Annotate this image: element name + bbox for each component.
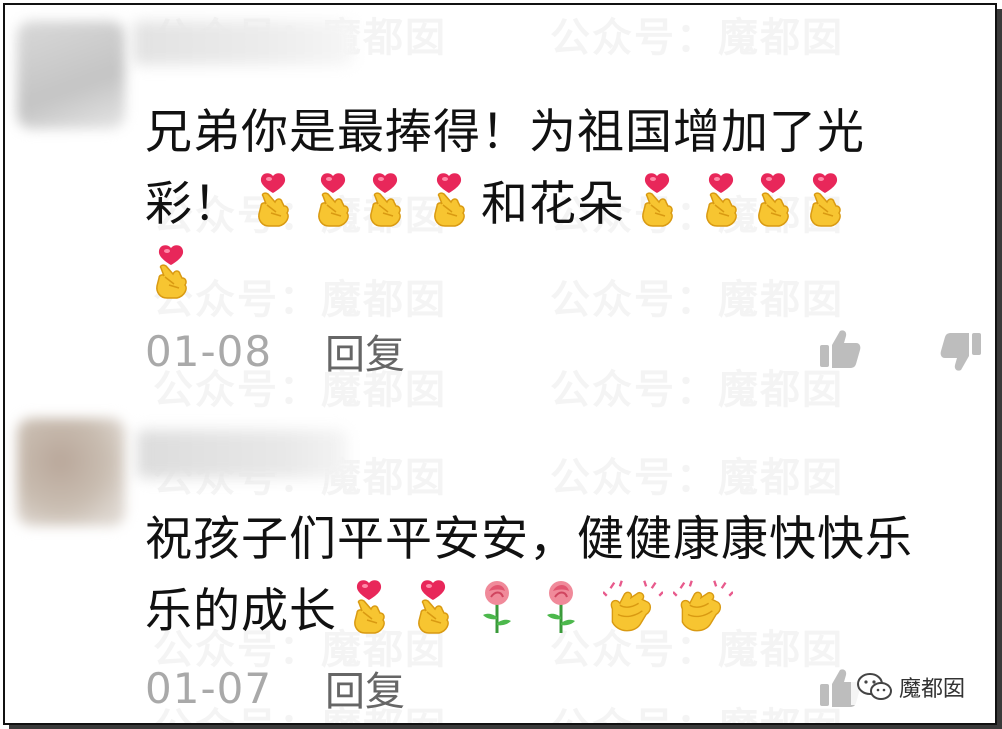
finger-heart-emoji (149, 244, 193, 300)
avatar[interactable] (17, 418, 125, 526)
comment-line (145, 241, 945, 313)
clapping-hands-emoji (603, 579, 663, 635)
rose-emoji (475, 579, 519, 635)
avatar[interactable] (17, 21, 125, 129)
comment-date: 01-07 (145, 663, 273, 713)
comment-text-segment: 彩！ (145, 177, 241, 232)
comment-text: 祝孩子们平平安安，健健康康快快乐 乐的成长 (145, 504, 945, 648)
finger-heart-emoji (311, 172, 355, 228)
comment-meta: 01-08 回复 (145, 321, 405, 381)
finger-heart-emoji (635, 172, 679, 228)
finger-heart-emoji (347, 579, 391, 635)
finger-heart-emoji (427, 172, 471, 228)
finger-heart-emoji (363, 172, 407, 228)
finger-heart-emoji (803, 172, 847, 228)
clapping-hands-emoji (673, 579, 733, 635)
username-blurred[interactable] (133, 21, 353, 65)
username-blurred[interactable] (137, 430, 347, 478)
comment-line: 乐的成长 (145, 576, 945, 648)
reply-button[interactable]: 回复 (325, 659, 405, 717)
rose-emoji (539, 579, 583, 635)
finger-heart-emoji (251, 172, 295, 228)
comment-text-segment: 和花朵 (481, 177, 625, 232)
finger-heart-emoji (751, 172, 795, 228)
brand-watermark: 魔都囡 (850, 669, 971, 705)
thumbs-up-icon[interactable] (818, 327, 862, 371)
comment-line: 彩！ 和花朵 (145, 169, 945, 241)
thumbs-down-icon[interactable] (939, 330, 983, 374)
brand-name: 魔都囡 (898, 677, 965, 702)
comment-item: 祝孩子们平平安安，健健康康快快乐 乐的成长 01-07 回复 (5, 390, 995, 723)
finger-heart-emoji (699, 172, 743, 228)
finger-heart-emoji (411, 579, 455, 635)
comment-text-segment: 乐的成长 (145, 584, 337, 639)
reply-button[interactable]: 回复 (325, 322, 405, 380)
screenshot-frame: 公众号：魔都囡 公众号：魔都囡 公众号：魔都囡 公众号：魔都囡 公众号：魔都囡 … (3, 3, 997, 725)
comment-item: 兄弟你是最捧得！为祖国增加了光 彩！ 和花朵 01-08 回复 (5, 5, 995, 390)
comment-line: 兄弟你是最捧得！为祖国增加了光 (145, 105, 865, 160)
comment-text: 兄弟你是最捧得！为祖国增加了光 彩！ 和花朵 (145, 97, 945, 313)
wechat-icon (856, 673, 892, 700)
comment-meta: 01-07 回复 (145, 658, 405, 718)
comment-line: 祝孩子们平平安安，健健康康快快乐 (145, 512, 913, 567)
comment-date: 01-08 (145, 326, 273, 376)
